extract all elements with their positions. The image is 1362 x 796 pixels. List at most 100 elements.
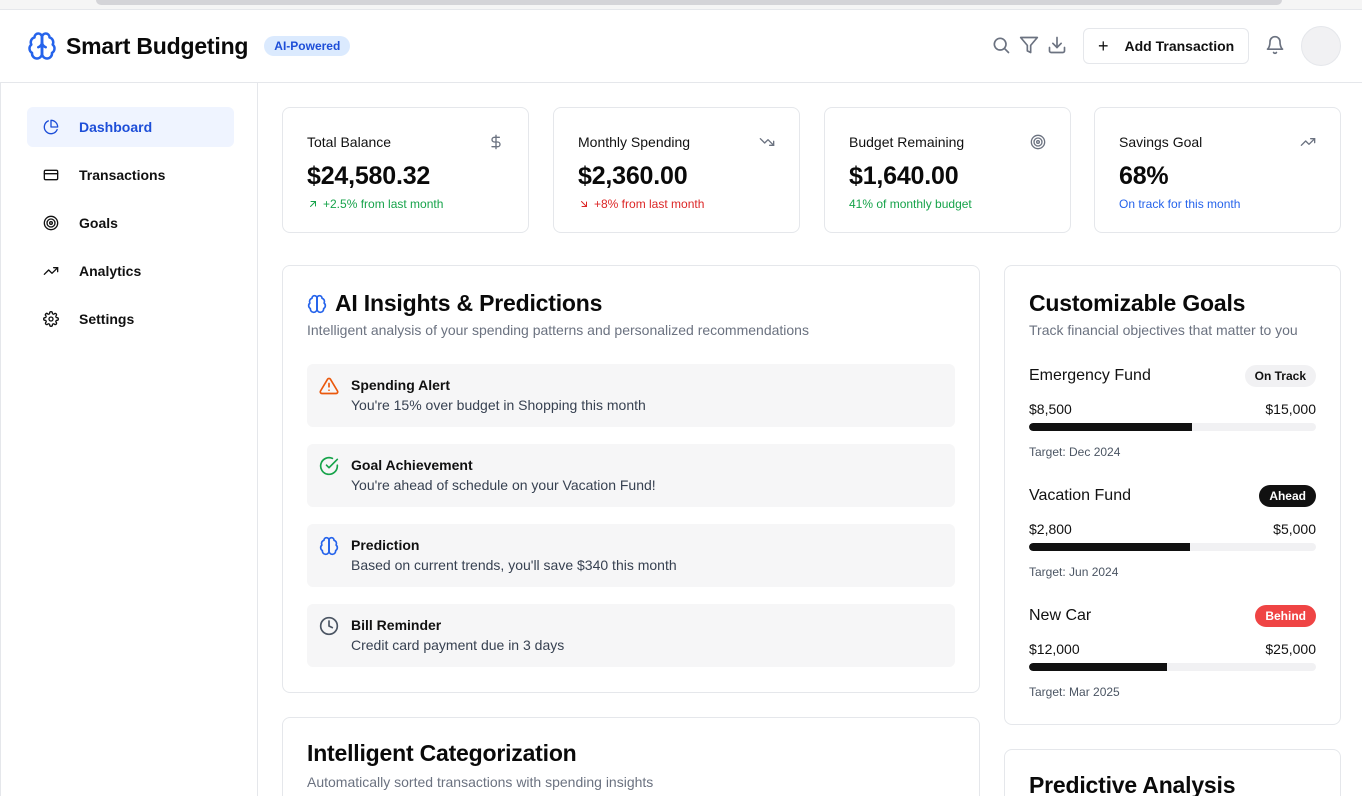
ai-insights-title: AI Insights & Predictions <box>335 290 603 316</box>
ai-insights-description: Intelligent analysis of your spending pa… <box>307 322 809 338</box>
brain-icon <box>307 294 327 314</box>
plus-icon: + <box>1098 36 1109 56</box>
app-header: Smart Budgeting AI-Powered + Add Transac… <box>0 10 1362 83</box>
insight-item: Spending Alert You're 15% over budget in… <box>307 364 955 427</box>
sidebar-item-label: Settings <box>79 311 135 327</box>
trending-down-icon <box>759 134 775 150</box>
categorization-title: Intelligent Categorization <box>307 740 577 766</box>
insight-item: Bill Reminder Credit card payment due in… <box>307 604 955 667</box>
arrow-down-right-icon <box>581 201 587 207</box>
dollar-icon <box>488 134 504 150</box>
stat-label: Budget Remaining <box>849 134 965 150</box>
insight-item: Prediction Based on current trends, you'… <box>307 524 955 587</box>
gear-icon <box>43 311 59 327</box>
sidebar-item-analytics[interactable]: Analytics <box>27 251 234 291</box>
stat-change: +8% from last month <box>578 197 775 211</box>
brand: Smart Budgeting AI-Powered <box>26 30 351 62</box>
goal-progress-bar <box>1029 423 1316 431</box>
clock-icon <box>319 616 339 636</box>
insight-title: Goal Achievement <box>351 457 473 473</box>
pie-chart-icon <box>43 119 59 135</box>
status-badge: Behind <box>1255 605 1316 627</box>
goals-title: Customizable Goals <box>1029 290 1246 316</box>
stat-card-monthly-spending: Monthly Spending $2,360.00 +8% from last… <box>553 107 800 233</box>
predictive-analysis-card: Predictive Analysis <box>1004 749 1341 796</box>
insight-title: Bill Reminder <box>351 617 442 633</box>
goals-card: Customizable Goals Track financial objec… <box>1004 265 1341 725</box>
goal-progress-fill <box>1029 423 1192 431</box>
goal-target: $25,000 <box>1265 641 1316 657</box>
target-icon <box>43 215 59 231</box>
sidebar-item-transactions[interactable]: Transactions <box>27 155 234 195</box>
insight-item: Goal Achievement You're ahead of schedul… <box>307 444 955 507</box>
predictive-analysis-title: Predictive Analysis <box>1029 772 1236 796</box>
ai-powered-badge: AI-Powered <box>264 36 351 56</box>
brain-icon <box>26 30 58 62</box>
insight-text: Credit card payment due in 3 days <box>351 637 565 653</box>
insight-text: You're 15% over budget in Shopping this … <box>351 397 646 413</box>
goal-target-date: Target: Mar 2025 <box>1029 685 1120 699</box>
search-icon[interactable] <box>990 34 1012 56</box>
stat-change: +2.5% from last month <box>307 197 504 211</box>
categorization-card: Intelligent Categorization Automatically… <box>282 717 980 796</box>
stat-change-text: +2.5% from last month <box>323 197 444 211</box>
add-transaction-label: Add Transaction <box>1124 38 1235 54</box>
stat-value: $1,640.00 <box>849 162 959 190</box>
trending-up-icon <box>43 263 59 279</box>
credit-card-icon <box>43 167 59 183</box>
sidebar: Dashboard Transactions Goals Analytics S… <box>0 83 258 796</box>
stat-change-text: On track for this month <box>1119 197 1241 211</box>
goal-progress-fill <box>1029 663 1167 671</box>
goal-progress-fill <box>1029 543 1190 551</box>
sidebar-item-settings[interactable]: Settings <box>27 299 234 339</box>
insight-text: Based on current trends, you'll save $34… <box>351 557 677 573</box>
status-badge: On Track <box>1244 365 1316 387</box>
bell-icon[interactable] <box>1264 34 1286 56</box>
target-icon <box>1030 134 1046 150</box>
stat-label: Monthly Spending <box>578 134 691 150</box>
goal-progress-bar <box>1029 663 1316 671</box>
stat-change-text: +8% from last month <box>594 197 705 211</box>
ai-insights-header: AI Insights & Predictions <box>307 290 602 317</box>
check-circle-icon <box>319 456 339 476</box>
sidebar-item-label: Transactions <box>79 167 166 183</box>
categorization-description: Automatically sorted transactions with s… <box>307 774 654 790</box>
stat-label: Total Balance <box>307 134 392 150</box>
goal-current: $2,800 <box>1029 521 1072 537</box>
goal-target: $15,000 <box>1265 401 1316 417</box>
insight-text: You're ahead of schedule on your Vacatio… <box>351 477 656 493</box>
stat-card-total-balance: Total Balance $24,580.32 +2.5% from last… <box>282 107 529 233</box>
sidebar-item-label: Dashboard <box>79 119 153 135</box>
stat-card-savings-goal: Savings Goal 68% On track for this month <box>1094 107 1341 233</box>
insight-title: Spending Alert <box>351 377 451 393</box>
goal-current: $12,000 <box>1029 641 1080 657</box>
add-transaction-button[interactable]: + Add Transaction <box>1083 28 1249 64</box>
filter-icon[interactable] <box>1018 34 1040 56</box>
goal-progress-bar <box>1029 543 1316 551</box>
goal-target-date: Target: Dec 2024 <box>1029 445 1121 459</box>
status-badge: Ahead <box>1259 485 1316 507</box>
goal-target-date: Target: Jun 2024 <box>1029 565 1119 579</box>
goals-description: Track financial objectives that matter t… <box>1029 322 1298 338</box>
insight-title: Prediction <box>351 537 420 553</box>
avatar[interactable] <box>1301 26 1341 66</box>
sidebar-item-goals[interactable]: Goals <box>27 203 234 243</box>
trending-up-icon <box>1300 134 1316 150</box>
sidebar-item-dashboard[interactable]: Dashboard <box>27 107 234 147</box>
warning-icon <box>319 376 339 396</box>
stat-card-budget-remaining: Budget Remaining $1,640.00 41% of monthl… <box>824 107 1071 233</box>
goal-name: New Car <box>1029 607 1092 624</box>
goal-target: $5,000 <box>1273 521 1316 537</box>
stat-change-text: 41% of monthly budget <box>849 197 972 211</box>
horizontal-scrollbar[interactable] <box>96 0 1282 5</box>
ai-insights-card: AI Insights & Predictions Intelligent an… <box>282 265 980 693</box>
goal-current: $8,500 <box>1029 401 1072 417</box>
app-title: Smart Budgeting <box>66 32 249 59</box>
stat-label: Savings Goal <box>1119 134 1203 150</box>
brain-icon <box>319 536 339 556</box>
stat-value: 68% <box>1119 162 1169 190</box>
sidebar-item-label: Goals <box>79 215 118 231</box>
stat-value: $2,360.00 <box>578 162 688 190</box>
goal-name: Emergency Fund <box>1029 367 1151 384</box>
download-icon[interactable] <box>1046 34 1068 56</box>
